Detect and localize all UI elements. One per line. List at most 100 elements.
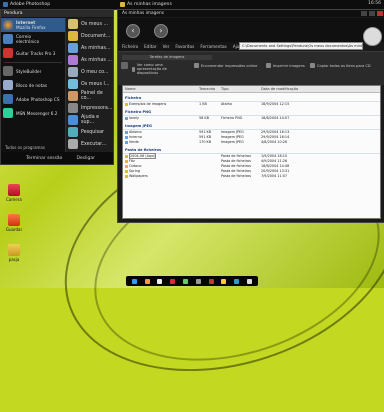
- slideshow-button[interactable]: Ver como uma apresentação de diapositivo…: [132, 63, 180, 75]
- copy-to-cd-button[interactable]: Copiar todos os itens para CD: [310, 63, 371, 68]
- maximize-button[interactable]: [369, 11, 375, 16]
- pinned-item-msn[interactable]: MSN Messenger 6.2: [1, 106, 65, 120]
- pinned-item-mail[interactable]: Correio electrónico: [1, 32, 65, 46]
- place-run[interactable]: Executar...: [66, 138, 113, 150]
- folder-icon: [125, 174, 128, 178]
- file-name: Wallpapers: [129, 174, 148, 178]
- file-type: Imagem JPEG: [221, 140, 244, 144]
- close-button[interactable]: [377, 11, 383, 16]
- window-controls: [361, 11, 383, 16]
- file-name: lovely: [129, 116, 140, 120]
- menu-tools[interactable]: Ferramentas: [200, 44, 226, 49]
- forward-button[interactable]: ›: [154, 24, 168, 38]
- taskbar-task-explorer[interactable]: As minhas imagens: [120, 1, 172, 8]
- documents-icon: [68, 19, 78, 29]
- place-label: As minhas...: [81, 45, 111, 51]
- dock-item-icon[interactable]: [195, 278, 201, 284]
- dock-item-icon[interactable]: [170, 278, 176, 284]
- all-programs-button[interactable]: Todos os programas: [5, 145, 45, 150]
- slideshow-icon: [132, 66, 135, 72]
- place-my-documents[interactable]: Os meus ...: [66, 18, 113, 30]
- place-my-network[interactable]: Os meus l...: [66, 78, 113, 90]
- menu-favorites[interactable]: Favoritos: [175, 44, 194, 49]
- group-header[interactable]: Imagem JPEG: [123, 123, 380, 130]
- pinned-title: Adobe Photoshop CS: [16, 96, 60, 102]
- pinned-title: MSN Messenger 6.2: [16, 110, 58, 116]
- place-label: Painel de co...: [81, 91, 103, 101]
- place-my-computer[interactable]: O meu co...: [66, 66, 113, 78]
- folder-icon: [68, 31, 78, 41]
- pinned-item-stylebuilder[interactable]: StyleBuilder: [1, 64, 65, 78]
- column-type[interactable]: Tipo: [221, 86, 261, 92]
- menu-view[interactable]: Ver: [163, 44, 170, 49]
- photoshop-icon: [3, 2, 8, 7]
- desktop-icon-camera[interactable]: Camera: [3, 184, 25, 202]
- shutdown-button[interactable]: Desligar: [76, 156, 95, 161]
- dock-item-icon[interactable]: [208, 278, 214, 284]
- control-panel-icon: [68, 91, 78, 101]
- dock-item-icon[interactable]: [247, 278, 253, 284]
- file-row[interactable]: Wallpapers Pasta de ficheiros 7/9/2004 1…: [123, 174, 380, 179]
- folder-icon: [8, 244, 20, 256]
- place-help[interactable]: Ajuda e sup...: [66, 114, 113, 126]
- start-menu: Pendura Internet Mozilla Firefox Correio e…: [0, 9, 114, 165]
- dock-item-icon[interactable]: [234, 278, 240, 284]
- dock-item-icon[interactable]: [221, 278, 227, 284]
- address-bar[interactable]: C:\Documents and Settings\Pendura\Os meu…: [239, 42, 363, 50]
- window-titlebar[interactable]: As minhas imagens: [118, 10, 384, 17]
- back-button[interactable]: ‹: [126, 24, 140, 38]
- order-prints-button[interactable]: Encomendar impressões online: [194, 63, 257, 68]
- place-label: Os meus ...: [81, 21, 109, 27]
- shortcut-icon: [125, 102, 128, 106]
- place-search[interactable]: Pesquisar: [66, 126, 113, 138]
- file-row[interactable]: Verde 170 KB Imagem JPEG 4/8/2004 10:26: [123, 140, 380, 145]
- taskbar-task-photoshop[interactable]: Adobe Photoshop: [3, 1, 50, 8]
- quick-launch-dock: [126, 276, 258, 286]
- menu-edit[interactable]: Editar: [144, 44, 156, 49]
- group-header[interactable]: Ficheiro: [123, 95, 380, 102]
- pinned-item-guitar-tracks[interactable]: Guitar Tracks Pro 3: [1, 46, 65, 60]
- desktop-icon-folder[interactable]: pasja: [3, 244, 25, 262]
- save-icon: [8, 214, 20, 226]
- place-my-music[interactable]: As minhas ...: [66, 54, 113, 66]
- toolbar-label: Ver como uma apresentação de diapositivo…: [136, 63, 167, 75]
- dock-item-icon[interactable]: [131, 278, 137, 284]
- minimize-button[interactable]: [361, 11, 367, 16]
- folder-icon: [125, 154, 128, 158]
- group-header[interactable]: Pasta de ficheiros: [123, 147, 380, 154]
- place-label: Impressora...: [81, 105, 113, 111]
- file-row[interactable]: Exemplos de imagens 1 KB Atalho 18/9/200…: [123, 102, 380, 107]
- desktop-icon-save[interactable]: Guardar: [3, 214, 25, 232]
- dock-item-icon[interactable]: [157, 278, 163, 284]
- column-name[interactable]: Nome: [123, 86, 199, 92]
- pinned-item-photoshop[interactable]: Adobe Photoshop CS: [1, 92, 65, 106]
- pinned-sub: electrónico: [16, 39, 40, 44]
- prints-icon: [194, 63, 199, 68]
- file-list: Nome Tamanho Tipo Data de modificação Fi…: [122, 85, 381, 219]
- notepad-icon: [3, 80, 13, 90]
- file-type: Pasta de ficheiros: [221, 174, 251, 178]
- image-file-icon: [125, 116, 128, 120]
- place-printers[interactable]: Impressora...: [66, 102, 113, 114]
- print-button[interactable]: Imprimir imagens: [266, 63, 305, 68]
- column-size[interactable]: Tamanho: [199, 86, 221, 92]
- group-header[interactable]: Ficheiro PNG: [123, 109, 380, 116]
- file-size: 58 KB: [199, 116, 209, 120]
- place-documents[interactable]: Document...: [66, 30, 113, 42]
- column-date[interactable]: Data de modificação: [261, 86, 311, 92]
- menu-file[interactable]: Ficheiro: [122, 44, 138, 49]
- cd-icon: [310, 63, 315, 68]
- pinned-item-notepad[interactable]: Bloco de notas: [1, 78, 65, 92]
- logoff-button[interactable]: Terminar sessão: [26, 156, 62, 161]
- place-control-panel[interactable]: Painel de co...: [66, 90, 113, 102]
- folder-icon: [125, 169, 128, 173]
- place-my-pictures[interactable]: As minhas...: [66, 42, 113, 54]
- star-icon[interactable]: [363, 27, 382, 46]
- pictures-icon: [68, 43, 78, 53]
- file-row[interactable]: lovely 58 KB Ficheiro PNG 18/8/2004 14:0…: [123, 116, 380, 121]
- task-label: Adobe Photoshop: [10, 2, 51, 7]
- dock-item-icon[interactable]: [144, 278, 150, 284]
- dock-item-icon[interactable]: [183, 278, 189, 284]
- toolbar-label: Copiar todos os itens para CD: [317, 63, 371, 68]
- pinned-item-internet[interactable]: Internet Mozilla Firefox: [1, 18, 65, 32]
